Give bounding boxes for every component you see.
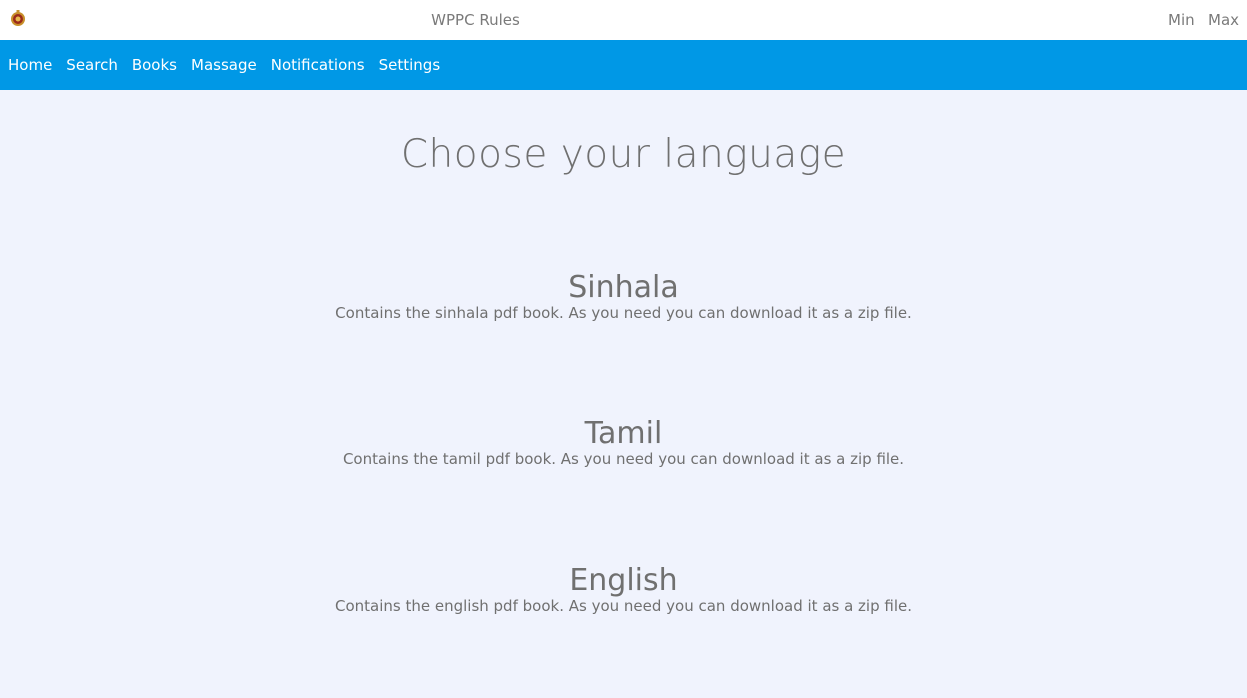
- maximize-button[interactable]: Max: [1208, 11, 1239, 29]
- title-bar: WPPC Rules Min Max: [0, 0, 1247, 40]
- language-name[interactable]: English: [0, 563, 1247, 599]
- language-name[interactable]: Tamil: [0, 416, 1247, 452]
- page-title: Choose your language: [400, 132, 847, 177]
- nav-item-settings[interactable]: Settings: [379, 40, 441, 90]
- nav-item-massage[interactable]: Massage: [191, 40, 257, 90]
- language-option-english[interactable]: English Contains the english pdf book. A…: [0, 563, 1247, 616]
- minimize-button[interactable]: Min: [1168, 11, 1195, 29]
- language-option-tamil[interactable]: Tamil Contains the tamil pdf book. As yo…: [0, 416, 1247, 469]
- main-content: Choose your language Sinhala Contains th…: [0, 90, 1247, 698]
- language-name[interactable]: Sinhala: [0, 270, 1247, 306]
- language-description: Contains the sinhala pdf book. As you ne…: [335, 304, 912, 322]
- language-option-sinhala[interactable]: Sinhala Contains the sinhala pdf book. A…: [0, 270, 1247, 323]
- nav-item-search[interactable]: Search: [66, 40, 118, 90]
- language-description: Contains the english pdf book. As you ne…: [334, 597, 912, 615]
- nav-item-books[interactable]: Books: [132, 40, 177, 90]
- main-navigation: Home Search Books Massage Notifications …: [0, 40, 1247, 90]
- nav-item-home[interactable]: Home: [8, 40, 52, 90]
- nav-item-notifications[interactable]: Notifications: [271, 40, 365, 90]
- window-title: WPPC Rules: [431, 11, 520, 29]
- language-description: Contains the tamil pdf book. As you need…: [342, 450, 905, 468]
